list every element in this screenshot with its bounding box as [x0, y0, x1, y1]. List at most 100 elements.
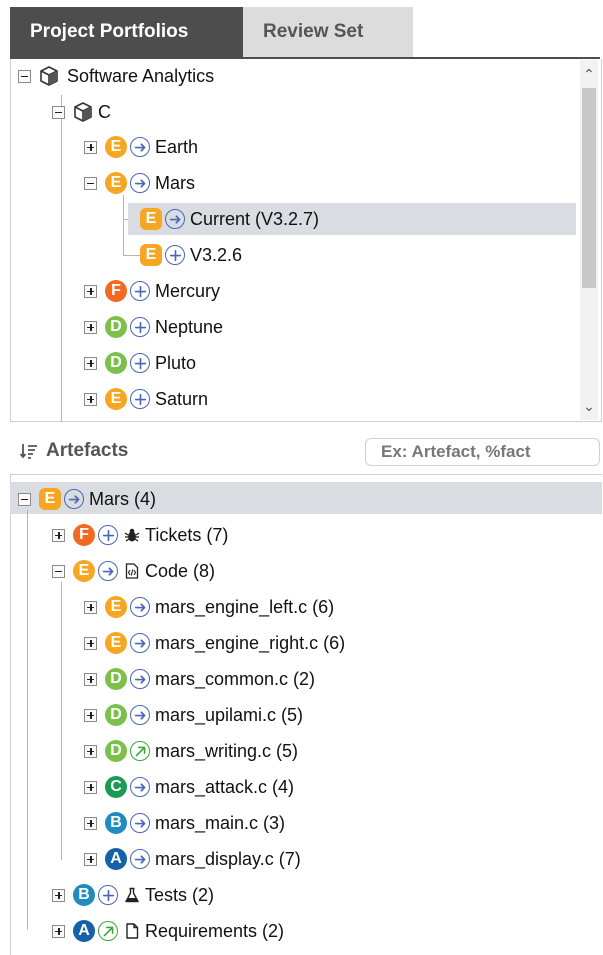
- scroll-up-arrow-icon[interactable]: ⌃: [580, 64, 598, 84]
- tree-node-saturn[interactable]: E Saturn: [84, 384, 208, 414]
- tree-node-pluto[interactable]: D Pluto: [84, 348, 196, 378]
- expand-toggle[interactable]: [84, 356, 97, 370]
- expand-toggle[interactable]: [84, 708, 97, 722]
- tree-node-label: Neptune: [155, 316, 224, 337]
- arrow-right-icon: [130, 633, 150, 653]
- artefact-node-tickets[interactable]: F Tickets (7): [52, 520, 228, 550]
- artefact-search-input[interactable]: Ex: Artefact, %fact: [365, 438, 600, 466]
- sort-icon[interactable]: [20, 442, 38, 460]
- expand-toggle[interactable]: [52, 528, 65, 542]
- cube-icon: [39, 66, 59, 86]
- tree-node-v326[interactable]: E V3.2.6: [140, 240, 242, 270]
- rating-d-badge: D: [105, 352, 127, 374]
- tree-node-mars[interactable]: E Mars: [84, 168, 195, 198]
- arrow-right-icon: [165, 209, 185, 229]
- rating-f-badge: F: [73, 524, 95, 546]
- expand-toggle[interactable]: [84, 284, 97, 298]
- expand-toggle[interactable]: [84, 392, 97, 406]
- arrow-right-icon: [130, 705, 150, 725]
- artefact-node-file[interactable]: E mars_engine_left.c (6): [84, 592, 334, 622]
- tab-project-portfolios[interactable]: Project Portfolios: [10, 7, 243, 57]
- tree-node-label: Saturn: [155, 388, 209, 409]
- scrollbar-thumb[interactable]: [582, 88, 596, 288]
- tree-node-label: Current (V3.2.7): [190, 208, 320, 229]
- tab-review-set[interactable]: Review Set: [243, 7, 413, 57]
- artefact-node-file[interactable]: B mars_main.c (3): [84, 808, 285, 838]
- tree-node-label: mars_common.c (2): [155, 668, 316, 689]
- collapse-toggle[interactable]: [84, 176, 97, 190]
- artefact-node-requirements[interactable]: A Requirements (2): [52, 916, 284, 946]
- tree-node-label: V3.2.6: [190, 244, 243, 265]
- arrow-up-right-icon: [98, 921, 118, 941]
- artefact-node-code[interactable]: E Code (8): [52, 556, 215, 586]
- tree-node-label: mars_writing.c (5): [155, 740, 299, 761]
- document-icon: [126, 923, 139, 939]
- artefact-node-file[interactable]: A mars_display.c (7): [84, 844, 301, 874]
- tree-node-c[interactable]: C: [52, 97, 111, 127]
- rating-e-badge: E: [73, 560, 95, 582]
- collapse-toggle[interactable]: [52, 105, 65, 119]
- plus-icon: [130, 281, 150, 301]
- rating-b-badge: B: [73, 884, 95, 906]
- tree-node-neptune[interactable]: D Neptune: [84, 312, 223, 342]
- artefacts-title-text: Artefacts: [46, 440, 129, 461]
- expand-toggle[interactable]: [84, 816, 97, 830]
- tree-node-current[interactable]: E Current (V3.2.7): [140, 204, 319, 234]
- expand-toggle[interactable]: [52, 924, 65, 938]
- artefact-node-file[interactable]: D mars_common.c (2): [84, 664, 315, 694]
- rating-e-badge: E: [105, 632, 127, 654]
- collapse-toggle[interactable]: [18, 69, 31, 83]
- expand-toggle[interactable]: [84, 600, 97, 614]
- artefact-node-file[interactable]: C mars_attack.c (4): [84, 772, 294, 802]
- rating-e-badge: E: [140, 244, 162, 266]
- tab-bar: Project Portfolios Review Set: [10, 7, 600, 57]
- scroll-down-arrow-icon[interactable]: ⌄: [580, 396, 598, 416]
- rating-d-badge: D: [105, 740, 127, 762]
- artefact-node-file[interactable]: E mars_engine_right.c (6): [84, 628, 345, 658]
- artefact-node-tests[interactable]: B Tests (2): [52, 880, 214, 910]
- plus-icon: [130, 353, 150, 373]
- plus-icon: [130, 317, 150, 337]
- rating-e-badge: E: [105, 596, 127, 618]
- expand-toggle[interactable]: [84, 636, 97, 650]
- tree-node-label: mars_attack.c (4): [155, 776, 295, 797]
- tree-node-mercury[interactable]: F Mercury: [84, 276, 220, 306]
- tree-node-label: Mars (4): [89, 488, 156, 509]
- rating-e-badge: E: [39, 488, 61, 510]
- collapse-toggle[interactable]: [52, 564, 65, 578]
- arrow-right-icon: [130, 813, 150, 833]
- expand-toggle[interactable]: [84, 780, 97, 794]
- arrow-right-icon: [130, 173, 150, 193]
- rating-a-badge: A: [105, 848, 127, 870]
- collapse-toggle[interactable]: [18, 492, 31, 506]
- expand-toggle[interactable]: [52, 888, 65, 902]
- expand-toggle[interactable]: [84, 852, 97, 866]
- arrow-right-icon: [64, 489, 84, 509]
- artefact-node-mars[interactable]: E Mars (4): [18, 484, 156, 514]
- rating-b-badge: B: [105, 812, 127, 834]
- tree-node-label: Pluto: [155, 352, 197, 373]
- expand-toggle[interactable]: [84, 672, 97, 686]
- tree-node-label: mars_upilami.c (5): [155, 704, 304, 725]
- tree-node-label: mars_engine_left.c (6): [155, 596, 335, 617]
- arrow-right-icon: [98, 561, 118, 581]
- tree-node-label: Code (8): [145, 560, 216, 581]
- expand-toggle[interactable]: [84, 140, 97, 154]
- tree-node-label: Mars: [155, 172, 195, 193]
- tree-node-software-analytics[interactable]: Software Analytics: [18, 61, 214, 91]
- artefact-node-file[interactable]: D mars_upilami.c (5): [84, 700, 303, 730]
- tree-node-label: mars_display.c (7): [155, 848, 301, 869]
- tree-node-label: Requirements (2): [145, 920, 285, 941]
- plus-icon: [98, 885, 118, 905]
- expand-toggle[interactable]: [84, 744, 97, 758]
- bug-icon: [124, 528, 140, 542]
- artefact-node-file[interactable]: D mars_writing.c (5): [84, 736, 298, 766]
- tree-node-earth[interactable]: E Earth: [84, 132, 198, 162]
- arrow-right-icon: [130, 669, 150, 689]
- arrow-right-icon: [130, 777, 150, 797]
- arrow-right-icon: [130, 597, 150, 617]
- tree-node-label: Mercury: [155, 280, 221, 301]
- expand-toggle[interactable]: [84, 320, 97, 334]
- artefacts-title: Artefacts: [20, 440, 128, 462]
- code-file-icon: [125, 563, 139, 579]
